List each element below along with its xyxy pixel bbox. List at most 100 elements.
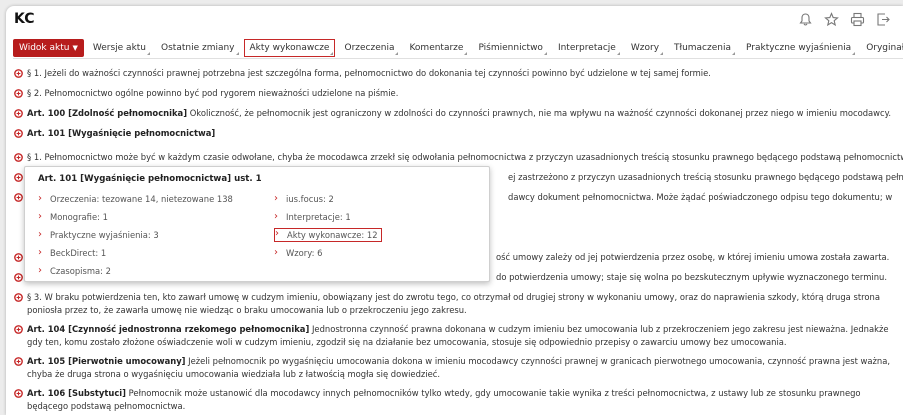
tab-label: Wzory [630, 43, 660, 53]
expand-plus-icon[interactable] [14, 109, 23, 118]
paragraph-text: do potwierdzenia umowy; staje się wolna … [496, 272, 887, 282]
paragraph-text: ość umowy zależy od jej potwierdzenia pr… [496, 252, 890, 262]
popup-link-label: Akty wykonawcze: 12 [287, 230, 378, 240]
document-window: KC Widok aktu ▼ Wersje aktu Ostatnie zmia… [6, 6, 903, 415]
paragraph-text: § 3. W braku potwierdzenia ten, kto zawa… [27, 292, 880, 315]
tab-widok-aktu[interactable]: Widok aktu ▼ [13, 39, 84, 57]
tab-label: Komentarze [409, 43, 464, 53]
popup-link-label: Czasopisma: 2 [50, 266, 111, 276]
chevron-right-icon: › [274, 211, 278, 222]
popup-link-praktyczne[interactable]: › Praktyczne wyjaśnienia: 3 [38, 228, 233, 242]
expand-plus-icon[interactable] [14, 153, 23, 162]
bell-icon[interactable] [798, 12, 813, 27]
article-heading: Art. 100 [Zdolność pełnomocnika] [27, 108, 188, 118]
tab-komentarze[interactable]: Komentarze [403, 39, 470, 57]
expand-plus-icon[interactable] [14, 357, 23, 366]
page-title: KC [14, 11, 35, 27]
paragraph: Art. 105 [Pierwotnie umocowany] Jeżeli p… [14, 355, 903, 381]
popup-title: Art. 101 [Wygaśnięcie pełnomocnictwa] us… [38, 174, 262, 184]
tab-label: Oryginał [866, 43, 903, 53]
paragraph: Art. 100 [Zdolność pełnomocnika] Okolicz… [14, 107, 903, 120]
chevron-right-icon: › [274, 247, 278, 258]
paragraph: § 1. Pełnomocnictwo może być w każdym cz… [14, 151, 903, 164]
tab-wersje-aktu[interactable]: Wersje aktu [86, 39, 153, 57]
caret-down-icon: ▼ [72, 44, 78, 52]
tab-label: Tłumaczenia [674, 43, 731, 53]
chevron-right-icon: › [38, 229, 42, 240]
paragraph-text: Art. 105 [Pierwotnie umocowany] Jeżeli p… [27, 355, 903, 381]
chevron-right-icon: › [38, 265, 42, 276]
tab-interpretacje[interactable]: Interpretacje [551, 39, 622, 57]
toolbar-icons [798, 12, 891, 27]
article-heading: Art. 104 [Czynność jednostronna rzekomeg… [27, 324, 310, 334]
tab-label: Akty wykonawcze [249, 43, 330, 53]
popup-right-column: › ius.focus: 2 › Interpretacje: 1 › Akty wy… [274, 192, 382, 260]
paragraph: Art. 101 [Wygaśnięcie pełnomocnictwa] [14, 127, 903, 140]
popup-link-monografie[interactable]: › Monografie: 1 [38, 210, 233, 224]
popup-link-beckdirect[interactable]: › BeckDirect: 1 [38, 246, 233, 260]
popup-link-orzeczenia[interactable]: › Orzeczenia: tezowane 14, nietezowane 13… [38, 192, 233, 206]
tab-label: Interpretacje [557, 43, 616, 53]
article-heading: Art. 106 [Substytuci] [27, 388, 127, 398]
article-text: Pełnomocnik może ustanowić dla mocodawcy… [27, 388, 861, 411]
paragraph-text: § 1. Jeżeli do ważności czynności prawne… [27, 68, 711, 78]
expand-plus-icon[interactable] [14, 293, 23, 302]
paragraph-text: dawcy dokument pełnomocnictwa. Może żąda… [508, 192, 893, 202]
paragraph-text: Art. 100 [Zdolność pełnomocnika] Okolicz… [27, 107, 903, 120]
tab-label: Wersje aktu [92, 43, 147, 53]
tab-pismiennictwo[interactable]: Piśmiennictwo [472, 39, 549, 57]
tab-label: Praktyczne wyjaśnienia [746, 43, 852, 53]
chevron-right-icon: › [38, 247, 42, 258]
expand-plus-icon[interactable] [14, 325, 23, 334]
expand-plus-icon[interactable] [14, 129, 23, 138]
chevron-right-icon: › [275, 228, 279, 239]
paragraph: § 2. Pełnomocnictwo ogólne powinno być p… [14, 87, 903, 100]
tab-oryginal[interactable]: Oryginał [860, 39, 903, 57]
paragraph-text: § 2. Pełnomocnictwo ogólne powinno być p… [27, 88, 399, 98]
tab-praktyczne-wyjasnienia[interactable]: Praktyczne wyjaśnienia [740, 39, 858, 57]
expand-plus-icon[interactable] [14, 253, 23, 262]
chevron-right-icon: › [38, 193, 42, 204]
paragraph: Art. 104 [Czynność jednostronna rzekomeg… [14, 323, 903, 349]
article-heading: Art. 101 [Wygaśnięcie pełnomocnictwa] [27, 128, 216, 138]
tab-label: Orzeczenia [344, 43, 395, 53]
references-popup: Art. 101 [Wygaśnięcie pełnomocnictwa] us… [24, 166, 490, 282]
paragraph-text: Art. 101 [Wygaśnięcie pełnomocnictwa] [27, 127, 903, 140]
paragraph: § 3. W braku potwierdzenia ten, kto zawa… [14, 291, 903, 317]
tab-ostatnie-zmiany[interactable]: Ostatnie zmiany [155, 39, 241, 57]
expand-plus-icon[interactable] [14, 69, 23, 78]
paragraph-text: Art. 106 [Substytuci] Pełnomocnik może u… [27, 387, 903, 413]
tab-akty-wykonawcze[interactable]: Akty wykonawcze [243, 39, 336, 57]
expand-plus-icon[interactable] [14, 173, 23, 182]
popup-link-label: Monografie: 1 [50, 212, 108, 222]
tab-divider [13, 58, 903, 59]
paragraph: Art. 106 [Substytuci] Pełnomocnik może u… [14, 387, 903, 413]
popup-link-czasopisma[interactable]: › Czasopisma: 2 [38, 264, 233, 278]
print-icon[interactable] [850, 12, 865, 27]
tab-label: Ostatnie zmiany [161, 43, 235, 53]
expand-plus-icon[interactable] [14, 89, 23, 98]
paragraph: § 1. Jeżeli do ważności czynności prawne… [14, 67, 903, 80]
tab-bar: Widok aktu ▼ Wersje aktu Ostatnie zmiany … [13, 39, 903, 57]
popup-link-interpretacje[interactable]: › Interpretacje: 1 [274, 210, 382, 224]
tab-orzeczenia[interactable]: Orzeczenia [338, 39, 401, 57]
star-icon[interactable] [824, 12, 839, 27]
popup-link-label: BeckDirect: 1 [50, 248, 107, 258]
popup-link-label: Interpretacje: 1 [286, 212, 351, 222]
tab-label: Piśmiennictwo [478, 43, 543, 53]
popup-left-column: › Orzeczenia: tezowane 14, nietezowane 13… [38, 192, 233, 278]
chevron-right-icon: › [274, 193, 278, 204]
expand-plus-icon[interactable] [14, 389, 23, 398]
popup-link-akty-wykonawcze[interactable]: › Akty wykonawcze: 12 [274, 228, 382, 242]
expand-plus-icon[interactable] [14, 193, 23, 202]
paragraph-text: Art. 104 [Czynność jednostronna rzekomeg… [27, 323, 903, 349]
tab-tlumaczenia[interactable]: Tłumaczenia [668, 39, 737, 57]
export-icon[interactable] [876, 12, 891, 27]
tab-wzory[interactable]: Wzory [624, 39, 666, 57]
paragraph-text: ej zastrzeżono z przyczyn uzasadnionych … [508, 172, 903, 182]
popup-link-ius-focus[interactable]: › ius.focus: 2 [274, 192, 382, 206]
expand-plus-icon[interactable] [14, 273, 23, 282]
popup-link-wzory[interactable]: › Wzory: 6 [274, 246, 382, 260]
chevron-right-icon: › [38, 211, 42, 222]
popup-link-label: ius.focus: 2 [286, 194, 334, 204]
